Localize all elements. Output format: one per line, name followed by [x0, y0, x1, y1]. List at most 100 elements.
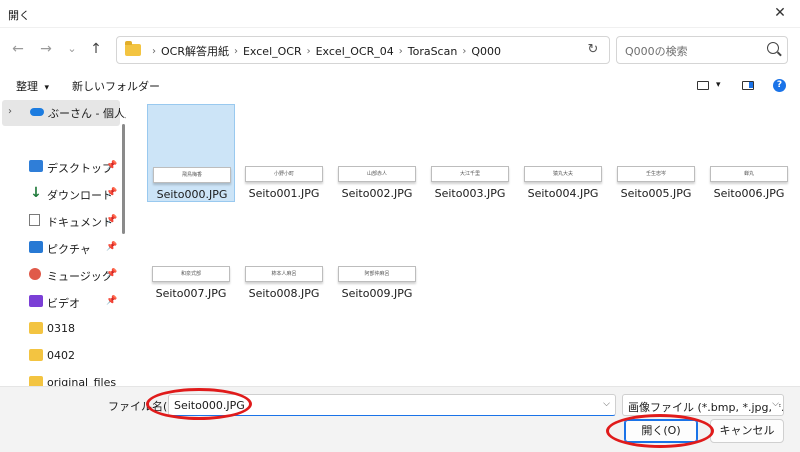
file-name: Seito008.JPG: [248, 287, 320, 300]
back-arrow-icon[interactable]: ←: [8, 39, 28, 59]
pin-icon[interactable]: 📌: [106, 296, 117, 306]
sidebar-item-label: 0318: [47, 322, 75, 335]
file-name: Seito003.JPG: [434, 187, 506, 200]
file-item[interactable]: 和泉式部 Seito007.JPG: [147, 204, 235, 302]
file-item[interactable]: 壬生忠岑 Seito005.JPG: [612, 104, 700, 202]
file-thumbnail: 和泉式部: [152, 266, 230, 282]
filetype-value: 画像ファイル (*.bmp, *.jpg, *.jpeg: [628, 401, 783, 414]
pin-icon[interactable]: 📌: [106, 269, 117, 279]
preview-pane-icon[interactable]: [742, 81, 754, 90]
chevron-down-icon: ▾: [44, 83, 50, 93]
sidebar-item-label: ミュージック: [47, 270, 113, 283]
file-item[interactable]: 猿丸大夫 Seito004.JPG: [519, 104, 607, 202]
folder-icon: [29, 322, 43, 334]
file-thumbnail: 柿本人麻呂: [245, 266, 323, 282]
file-item[interactable]: 阿部仲麻呂 Seito009.JPG: [333, 204, 421, 302]
file-item[interactable]: 飛鳥梅香 Seito000.JPG: [147, 104, 235, 202]
new-folder-button[interactable]: 新しいフォルダー: [72, 78, 160, 94]
file-list: 飛鳥梅香 Seito000.JPG 小野小町 Seito001.JPG 山部赤人…: [140, 100, 800, 386]
sidebar-item-label: ピクチャ: [47, 243, 91, 256]
view-mode-icon[interactable]: [697, 81, 709, 90]
cancel-button[interactable]: キャンセル: [710, 419, 784, 443]
file-item[interactable]: 山部赤人 Seito002.JPG: [333, 104, 421, 202]
refresh-icon[interactable]: ↻: [585, 42, 601, 58]
sidebar-item-videos[interactable]: ビデオ 📌: [0, 291, 120, 313]
forward-arrow-icon[interactable]: →: [36, 39, 56, 59]
sidebar-item-music[interactable]: ミュージック 📌: [0, 264, 120, 286]
view-dropdown-icon[interactable]: ▾: [716, 80, 721, 90]
address-row: ← → ⌄ ↑ › OCR解答用紙 › Excel_OCR › Excel_OC…: [0, 30, 800, 68]
window-title: 開く: [8, 9, 30, 22]
file-item[interactable]: 大江千里 Seito003.JPG: [426, 104, 514, 202]
search-placeholder: Q000の検索: [625, 45, 688, 58]
file-name: Seito000.JPG: [156, 188, 228, 201]
sidebar-item-label: 0402: [47, 349, 75, 362]
search-icon: [767, 42, 779, 54]
annotation-ellipse: [146, 388, 252, 420]
breadcrumb-separator: ›: [233, 45, 238, 57]
title-bar: 開く ✕: [0, 0, 800, 28]
pin-icon[interactable]: 📌: [106, 188, 117, 198]
file-thumbnail: 山部赤人: [338, 166, 416, 182]
recent-locations-icon[interactable]: ⌄: [62, 39, 82, 59]
breadcrumb-item[interactable]: Q000: [471, 45, 501, 58]
sidebar-item-folder[interactable]: original_files: [0, 372, 120, 386]
close-icon[interactable]: ✕: [760, 0, 800, 28]
file-name: Seito004.JPG: [527, 187, 599, 200]
breadcrumb-separator: ›: [306, 45, 311, 57]
sidebar-item-label: ドキュメント: [47, 216, 113, 229]
file-item[interactable]: 小野小町 Seito001.JPG: [240, 104, 328, 202]
sidebar-item-folder[interactable]: 0402: [0, 345, 120, 367]
sidebar-item-desktop[interactable]: デスクトップ 📌: [0, 156, 120, 178]
file-name: Seito001.JPG: [248, 187, 320, 200]
chevron-down-icon[interactable]: ⌵: [603, 399, 610, 409]
help-icon[interactable]: ?: [773, 79, 786, 92]
file-name: Seito002.JPG: [341, 187, 413, 200]
command-bar: 整理 ▾ 新しいフォルダー ▾ ?: [0, 72, 800, 98]
sidebar-item-documents[interactable]: ドキュメント 📌: [0, 210, 120, 232]
file-name: Seito009.JPG: [341, 287, 413, 300]
breadcrumb-separator: ›: [462, 45, 467, 57]
search-input[interactable]: Q000の検索: [616, 36, 788, 64]
file-item[interactable]: 蝉丸 Seito006.JPG: [705, 104, 793, 202]
desktop-icon: [29, 160, 43, 172]
sidebar-item-downloads[interactable]: ↓ ダウンロード 📌: [0, 183, 120, 205]
sidebar-item-onedrive[interactable]: › ぶーさん - 個人用: [2, 100, 126, 126]
filetype-select[interactable]: 画像ファイル (*.bmp, *.jpg, *.jpeg ⌵: [622, 394, 784, 416]
sidebar-item-label: original_files: [47, 376, 117, 386]
music-icon: [29, 268, 41, 280]
address-bar[interactable]: › OCR解答用紙 › Excel_OCR › Excel_OCR_04 › T…: [116, 36, 610, 64]
folder-icon: [125, 41, 141, 56]
video-icon: [29, 295, 43, 307]
organize-label: 整理: [16, 80, 38, 93]
navigation-pane: › ぶーさん - 個人用 デスクトップ 📌 ↓ ダウンロード 📌 ドキュメント …: [0, 100, 126, 386]
breadcrumb: › OCR解答用紙 › Excel_OCR › Excel_OCR_04 › T…: [147, 43, 501, 59]
file-thumbnail: 壬生忠岑: [617, 166, 695, 182]
chevron-right-icon[interactable]: ›: [8, 106, 12, 117]
sidebar-scrollbar[interactable]: [122, 124, 125, 234]
sidebar-item-label: ビデオ: [47, 297, 80, 310]
folder-icon: [29, 376, 43, 386]
file-name: Seito005.JPG: [620, 187, 692, 200]
document-icon: [29, 214, 40, 226]
sidebar-item-label: デスクトップ: [47, 162, 113, 175]
sidebar-item-folder[interactable]: 0318: [0, 318, 120, 340]
download-icon: ↓: [30, 185, 42, 201]
pictures-icon: [29, 241, 43, 253]
breadcrumb-separator: ›: [398, 45, 403, 57]
breadcrumb-item[interactable]: Excel_OCR: [243, 45, 302, 58]
pin-icon[interactable]: 📌: [106, 215, 117, 225]
file-thumbnail: 蝉丸: [710, 166, 788, 182]
breadcrumb-item[interactable]: ToraScan: [408, 45, 458, 58]
pin-icon[interactable]: 📌: [106, 161, 117, 171]
sidebar-item-pictures[interactable]: ピクチャ 📌: [0, 237, 120, 259]
file-item[interactable]: 柿本人麻呂 Seito008.JPG: [240, 204, 328, 302]
breadcrumb-item[interactable]: Excel_OCR_04: [316, 45, 394, 58]
pin-icon[interactable]: 📌: [106, 242, 117, 252]
breadcrumb-item[interactable]: OCR解答用紙: [161, 43, 229, 59]
file-thumbnail: 小野小町: [245, 166, 323, 182]
sidebar-item-label: ぶーさん - 個人用: [48, 107, 126, 120]
organize-button[interactable]: 整理 ▾: [16, 78, 49, 94]
file-thumbnail: 阿部仲麻呂: [338, 266, 416, 282]
up-arrow-icon[interactable]: ↑: [86, 39, 106, 59]
